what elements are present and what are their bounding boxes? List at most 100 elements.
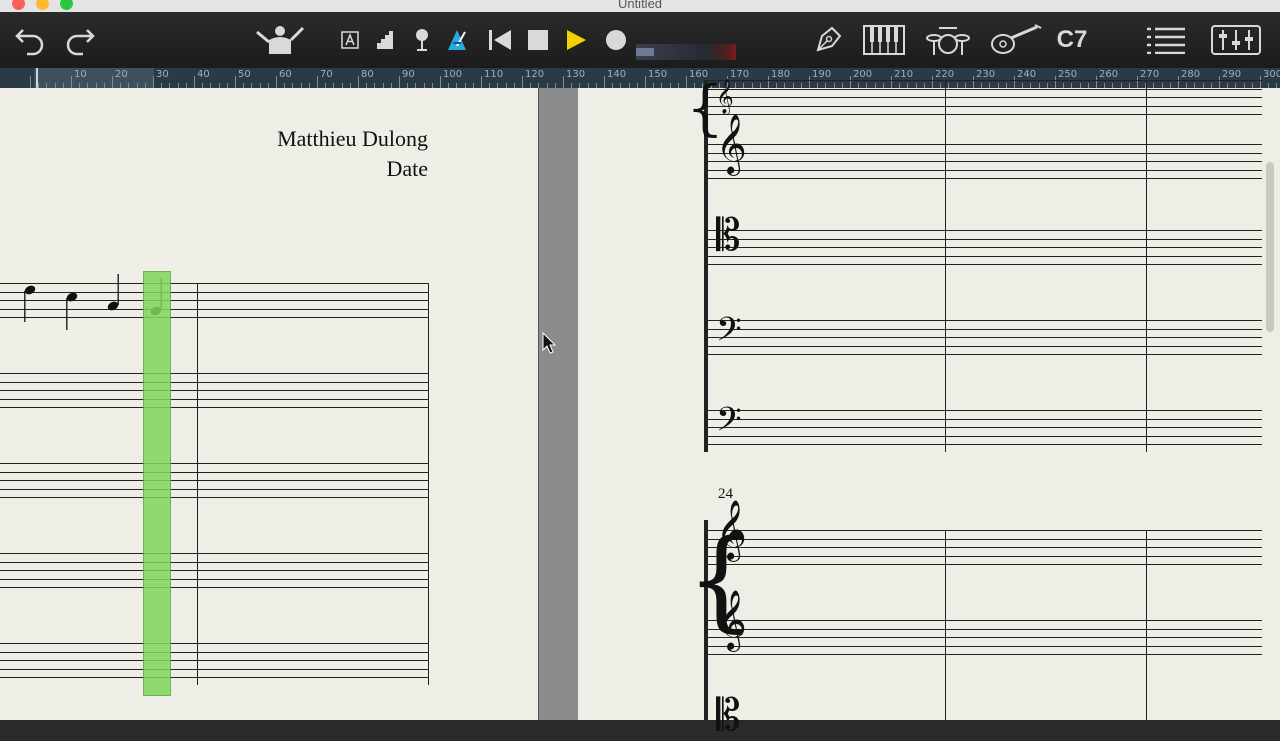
system1-staff-4-line (704, 320, 1262, 321)
alto-clef-icon: 𝄡 (716, 210, 741, 261)
system1-staff-5-line (704, 444, 1262, 445)
system1-staff-3-line (704, 238, 1262, 240)
system1-staff-2-line (704, 152, 1262, 154)
ruler-tick (1096, 76, 1097, 88)
ruler-tick (358, 76, 359, 88)
mixer-sliders-icon (1211, 25, 1261, 55)
ruler-tick (71, 76, 72, 88)
dynamics-button[interactable] (372, 22, 396, 58)
left-staff-3-line (0, 463, 428, 464)
system1-staff-5-line (704, 427, 1262, 428)
ruler-label: 70 (320, 69, 333, 80)
pin-icon (416, 29, 428, 51)
ruler-label: 90 (402, 69, 415, 80)
vertical-scrollbar[interactable] (1266, 162, 1274, 332)
ruler-tick (440, 76, 441, 88)
composer-name: Matthieu Dulong (277, 126, 428, 151)
undo-button[interactable] (10, 22, 50, 58)
record-button[interactable] (602, 22, 630, 58)
guitar-icon (991, 24, 1042, 54)
system2-staff-2-line (704, 654, 1262, 655)
volume-meter[interactable] (636, 44, 736, 60)
left-staff-4-line (0, 561, 428, 563)
ruler-tick (30, 76, 31, 88)
score-date: Date (386, 156, 428, 181)
ruler-label: 290 (1222, 69, 1242, 80)
conductor-icon (256, 26, 305, 54)
ruler-label: 250 (1058, 69, 1078, 80)
system1-staff-2-line (704, 144, 1262, 145)
measure-number: 24 (718, 486, 733, 502)
undo-icon (15, 29, 44, 56)
left-staff-2-line (0, 373, 428, 374)
toolbar: C7 (0, 12, 1280, 68)
left-staff-5-line (0, 660, 428, 661)
ruler-label: 20 (115, 69, 128, 80)
system2-staff-2-line (704, 637, 1262, 638)
ruler-tick (891, 76, 892, 88)
ruler-tick (973, 76, 974, 88)
system2-staff-1-line (704, 538, 1262, 540)
tracks-list-button[interactable] (1144, 22, 1188, 58)
chord-symbol-button[interactable]: C7 (1050, 22, 1094, 58)
ruler-label: 210 (894, 69, 914, 80)
page-gutter (538, 88, 580, 720)
system2-staff-2-line (704, 620, 1262, 621)
ruler-tick (932, 76, 933, 88)
metronome-icon (448, 30, 466, 50)
rewind-button[interactable] (486, 22, 514, 58)
playback-position-marker[interactable] (143, 271, 171, 696)
system1-barline (1146, 80, 1147, 452)
ruler-tick (399, 76, 400, 88)
tuner-button[interactable] (410, 22, 434, 58)
system1-staff-1-line (704, 105, 1262, 107)
ruler-tick (604, 76, 605, 88)
record-icon (606, 30, 626, 50)
system1-staff-2-line (704, 161, 1262, 162)
left-staff-5-line (0, 651, 428, 653)
score-page-left[interactable]: Matthieu Dulong Date (0, 88, 538, 720)
system1-staff-1-line (704, 114, 1262, 115)
left-staff-2-line (0, 381, 428, 383)
piano-keys-icon (863, 25, 905, 55)
system1-brace: { (686, 73, 725, 143)
system2-staff-2-line (704, 645, 1262, 647)
mixer-button[interactable] (1208, 22, 1264, 58)
ruler-tick (809, 76, 810, 88)
ruler-label: 100 (443, 69, 463, 80)
conductor-button[interactable] (254, 22, 306, 58)
left-staff-2-line (0, 398, 428, 400)
text-tool-button[interactable] (338, 22, 362, 58)
system2-staff-1-line (704, 530, 1262, 531)
system1-staff-2-line (704, 178, 1262, 179)
system2-staff-1-line (704, 564, 1262, 565)
system1-staff-1-line (704, 97, 1262, 98)
left-staff-3-line (0, 480, 428, 481)
ruler-label: 120 (525, 69, 545, 80)
system1-staff-5-line (704, 410, 1262, 411)
ruler-tick (850, 76, 851, 88)
system1-staff-3-line (704, 230, 1262, 231)
redo-button[interactable] (60, 22, 100, 58)
stop-button[interactable] (524, 22, 552, 58)
system1-staff-3-line (704, 264, 1262, 265)
system1-staff-4-line (704, 345, 1262, 347)
ruler-label: 140 (607, 69, 627, 80)
left-staff-3-line (0, 471, 428, 473)
list-icon (1147, 27, 1185, 54)
note-3 (107, 274, 119, 311)
timeline-ruler[interactable]: 10 20 30 40 50 60 70 80 90 100 110 120 130 140 150 160 1… (0, 68, 1280, 88)
ruler-tick (1055, 76, 1056, 88)
notation-pen-button[interactable] (810, 22, 846, 58)
drum-kit-button[interactable] (924, 22, 972, 58)
play-button[interactable] (562, 22, 590, 58)
note-1 (24, 285, 36, 322)
system1-staff-2-line (704, 169, 1262, 171)
text-box-icon (341, 31, 359, 49)
guitar-button[interactable] (988, 22, 1044, 58)
left-staff-2-line (0, 390, 428, 391)
ruler-tick (112, 76, 113, 88)
metronome-button[interactable] (444, 22, 470, 58)
score-page-right[interactable]: 𝄞 𝄞 𝄡 𝄢 𝄢 𝄞 𝄞 𝄡{{ 24 (578, 78, 1280, 738)
piano-keyboard-button[interactable] (862, 22, 906, 58)
